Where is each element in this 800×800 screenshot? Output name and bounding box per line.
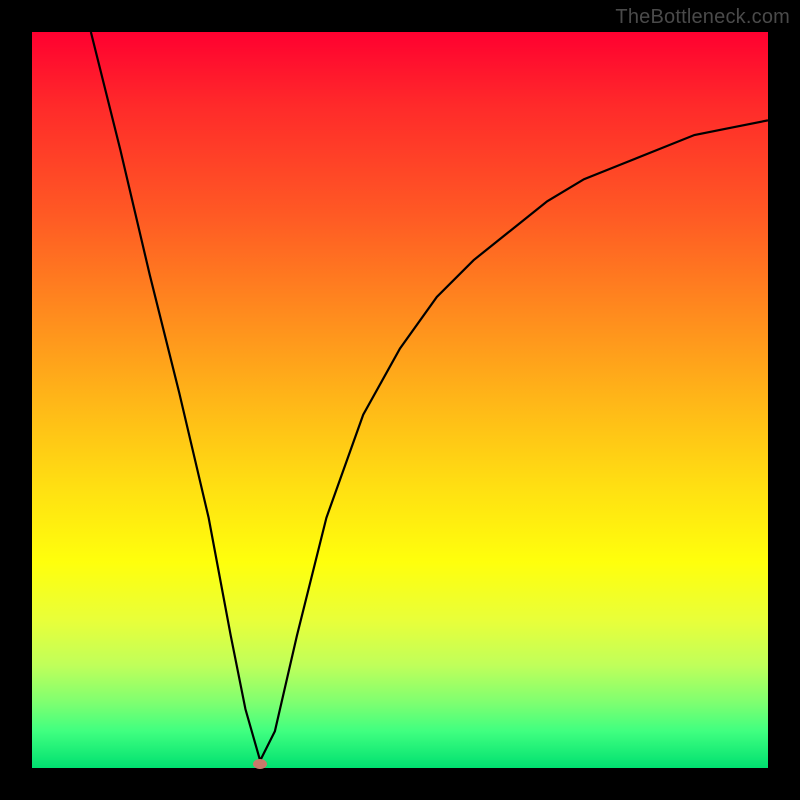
watermark-text: TheBottleneck.com [615, 6, 790, 29]
chart-container: TheBottleneck.com [0, 0, 800, 800]
min-marker [253, 759, 267, 769]
curve-path [91, 32, 768, 761]
chart-curve-svg [32, 32, 768, 768]
